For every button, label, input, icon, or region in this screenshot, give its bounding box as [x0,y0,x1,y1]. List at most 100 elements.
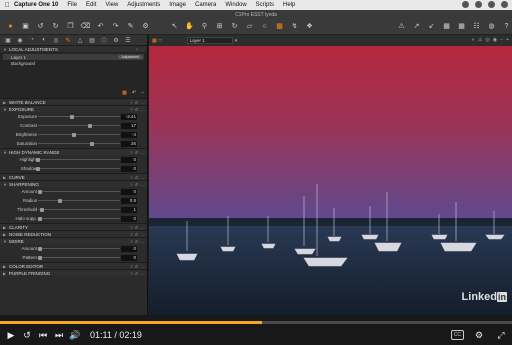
section-purple-fringing[interactable]: ▶ PURPLE FRINGING ? ↺… [0,269,147,276]
section-color-editor[interactable]: ▶ COLOR EDITOR ? ↺… [0,262,147,269]
undo-icon[interactable]: ↶ [94,20,107,32]
volume-icon[interactable]: 🔊 [68,328,82,342]
slider-track[interactable] [38,116,120,117]
progress-bar[interactable] [0,321,512,324]
pan-tool-icon[interactable]: ✋ [183,20,196,32]
slider-value[interactable]: 26 [121,140,137,147]
remove-layer-icon[interactable]: − [141,90,144,96]
replay-icon[interactable]: ↺ [20,328,34,342]
slider-value[interactable]: 0 [121,156,137,163]
previous-icon[interactable]: ⏮ [36,328,50,342]
edit-icon[interactable]: ✎ [124,20,137,32]
process-icon[interactable]: ⚙ [139,20,152,32]
exposure-warning-icon[interactable]: ⚠ [478,37,482,43]
rotate-tool-icon[interactable]: ↻ [228,20,241,32]
library-tab-icon[interactable]: ▣ [3,36,13,44]
import-icon[interactable]: ● [4,20,17,32]
section-white-balance[interactable]: ▶ WHITE BALANCE ? ↺… [0,98,147,105]
section-sharpening[interactable]: ▼ SHARPENING ? ↺… [0,180,147,187]
slider-knob[interactable] [40,207,44,212]
photo-canvas[interactable]: Linkedin [149,46,512,315]
fullscreen-icon[interactable]: ⤢ [494,328,508,342]
warning-icon[interactable]: ⚠ [395,20,408,32]
metadata-tab-icon[interactable]: ⓘ [99,36,109,45]
trash-icon[interactable]: ⌫ [79,20,92,32]
slider-value[interactable]: -4 [121,131,137,138]
closed-captions-button[interactable]: CC [450,330,464,340]
menu-window[interactable]: Window [225,2,246,8]
slider-value[interactable]: 1 [121,206,137,213]
menu-image[interactable]: Image [169,2,186,8]
slider-knob[interactable] [38,189,42,194]
menu-scripts[interactable]: Scripts [256,2,274,8]
slider-value[interactable]: 17 [121,122,137,129]
menu-file[interactable]: File [67,2,77,8]
slider-knob[interactable] [36,157,40,162]
slider-value[interactable]: 0 [121,188,137,195]
zoom-in-icon[interactable]: + [506,37,509,43]
grid-icon[interactable]: ▦ [455,20,468,32]
slider-knob[interactable] [38,255,42,260]
section-local-adjustments[interactable]: ▼ LOCAL ADJUSTMENTS ?… [0,45,147,52]
compare-icon[interactable]: ▦ [440,20,453,32]
wifi-icon[interactable] [462,1,469,8]
exposure-tab-icon[interactable]: ◐ [39,36,49,44]
slider-value[interactable]: 0 [121,215,137,222]
section-moire[interactable]: ▼ MOIRE ? ↺… [0,237,147,244]
menu-camera[interactable]: Camera [195,2,216,8]
slider-knob[interactable] [70,114,74,119]
next-icon[interactable]: ⏭ [52,328,66,342]
settings-icon[interactable]: ⚙ [472,328,486,342]
slider-track[interactable] [38,248,120,249]
section-curve[interactable]: ▶ CURVE ? ↺… [0,173,147,180]
select-tool-icon[interactable]: ↖ [168,20,181,32]
local-adjustments-tab-icon[interactable]: ✎ [63,36,73,44]
slider-track[interactable] [38,218,120,219]
slider-track[interactable] [38,257,120,258]
capture-icon[interactable]: ▣ [19,20,32,32]
menu-help[interactable]: Help [283,2,295,8]
help-icon[interactable]: ? [500,20,512,32]
menu-edit[interactable]: Edit [86,2,96,8]
guides-icon[interactable]: ☷ [470,20,483,32]
slider-track[interactable] [38,134,120,135]
list-icon[interactable] [501,1,508,8]
apple-icon[interactable]:  [0,2,14,9]
search-icon[interactable] [488,1,495,8]
chevron-down-icon[interactable]: ▾ [235,38,238,44]
brush-tool-icon[interactable]: ▩ [273,20,286,32]
slider-value[interactable]: 0 [121,254,137,261]
spot-tool-icon[interactable]: ○ [258,20,271,32]
layer-select[interactable]: Layer 1 [186,37,233,44]
play-icon[interactable]: ▶ [4,328,18,342]
redo-icon[interactable]: ↷ [109,20,122,32]
menu-app[interactable]: Capture One 10 [14,2,58,8]
output-tab-icon[interactable]: ⚙ [111,36,121,44]
slider-track[interactable] [38,209,120,210]
adjustments-tab-icon[interactable]: ▤ [87,36,97,44]
apply-icon[interactable]: ↙ [425,20,438,32]
zoom-tool-icon[interactable]: ⚲ [198,20,211,32]
focus-mask-icon[interactable]: ◎ [485,37,489,43]
slider-knob[interactable] [36,166,40,171]
slider-track[interactable] [38,125,120,126]
proof-icon[interactable]: ◍ [485,20,498,32]
lens-tab-icon[interactable]: ◎ [51,36,61,44]
copy-icon[interactable]: ❐ [64,20,77,32]
slider-track[interactable] [38,168,120,169]
slider-track[interactable] [38,191,120,192]
slider-value[interactable]: 0 [121,245,137,252]
reset-icon[interactable]: ↺ [135,271,138,276]
color-tab-icon[interactable]: ◔ [27,36,37,44]
batch-tab-icon[interactable]: ☰ [123,36,133,44]
more-icon[interactable]: … [140,271,144,276]
menu-view[interactable]: View [105,2,118,8]
slider-value[interactable]: -2.41 [121,113,137,120]
wb-tool-icon[interactable]: ❖ [303,20,316,32]
rotate-left-icon[interactable]: ↺ [34,20,47,32]
layer-item[interactable]: Background [3,60,144,66]
help-icon[interactable]: ? [130,271,132,276]
details-tab-icon[interactable]: △ [75,36,85,44]
brush-icon[interactable]: ▩ [122,90,127,96]
slider-value[interactable]: 0 [121,165,137,172]
